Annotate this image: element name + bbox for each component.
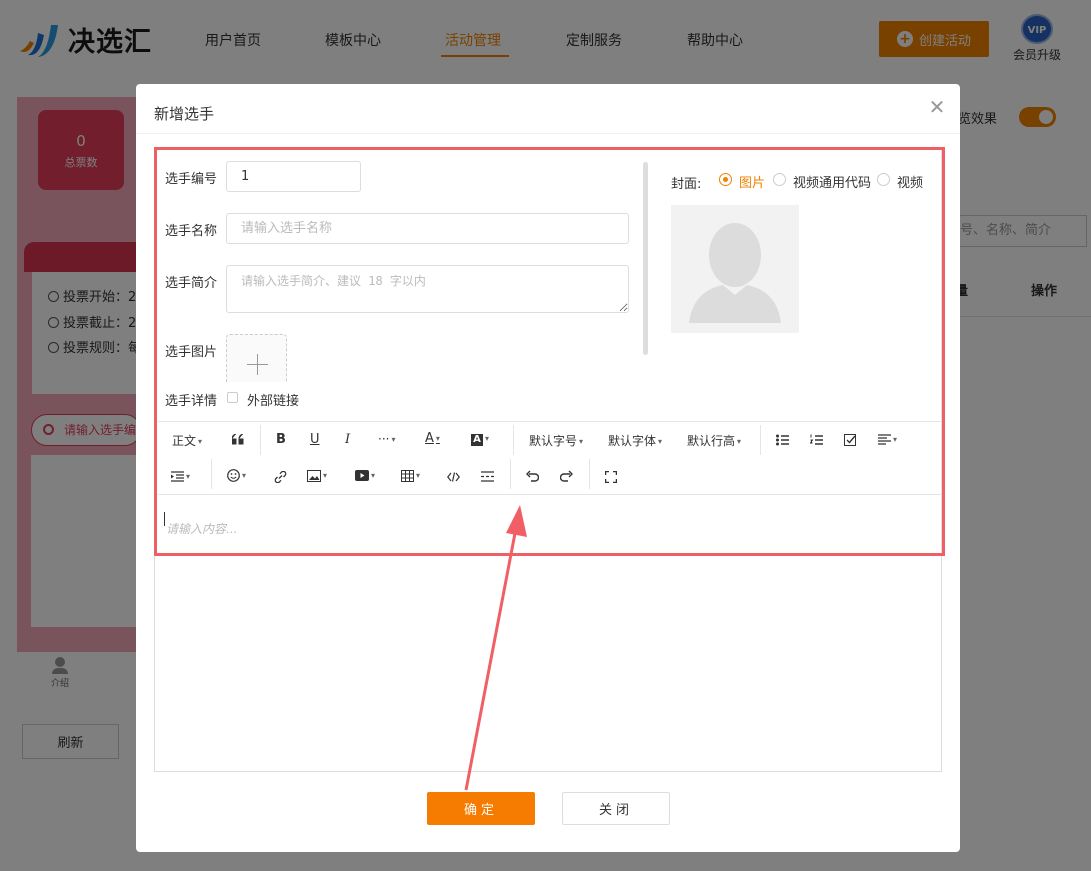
cover-avatar-placeholder[interactable]	[671, 205, 799, 333]
form-scrollbar[interactable]	[643, 162, 648, 355]
more-styles-dropdown[interactable]: ··· ▾	[378, 432, 395, 446]
editor-toolbar-bottom-border	[158, 494, 942, 495]
image-upload-button[interactable]	[226, 334, 287, 382]
player-number-label: 选手编号	[165, 172, 218, 187]
line-height-dropdown[interactable]: 默认行高 ▾	[687, 432, 741, 449]
background-color-icon[interactable]: A ▾	[471, 431, 489, 446]
player-detail-label: 选手详情	[165, 394, 218, 409]
cover-option-image: 图片	[739, 176, 766, 191]
cover-option-video-code: 视频通用代码	[793, 176, 872, 191]
font-size-dropdown[interactable]: 默认字号 ▾	[529, 432, 583, 449]
dialog-header-divider	[136, 133, 960, 134]
close-button[interactable]: 关闭	[562, 792, 670, 825]
dialog-title: 新增选手	[154, 105, 215, 123]
video-dropdown-icon[interactable]: ▾	[355, 468, 375, 482]
cover-radio-video[interactable]	[877, 173, 890, 186]
indent-dropdown-icon[interactable]: ▾	[171, 469, 190, 483]
text-cursor	[164, 512, 165, 526]
font-family-dropdown[interactable]: 默认字体 ▾	[608, 432, 662, 449]
player-intro-textarea[interactable]	[226, 265, 629, 313]
cover-radio-image[interactable]	[719, 173, 732, 186]
cover-radio-video-code[interactable]	[773, 173, 786, 186]
cover-label: 封面:	[671, 177, 702, 192]
confirm-button[interactable]: 确定	[427, 792, 535, 825]
add-player-dialog: 新增选手 ✕ 选手编号 选手名称 选手简介 选手图片 选手详情 外部链接 封面:…	[136, 84, 960, 852]
cover-option-video: 视频	[897, 176, 924, 191]
fullscreen-icon[interactable]	[605, 469, 617, 483]
player-name-input[interactable]	[226, 213, 629, 244]
font-color-icon[interactable]: A ▾	[425, 431, 440, 446]
italic-icon[interactable]: I	[345, 432, 350, 447]
divider-icon[interactable]	[481, 469, 494, 483]
editor-content-area[interactable]: 请输入内容...	[166, 520, 237, 537]
avatar-silhouette-icon	[689, 223, 781, 323]
underline-icon[interactable]: U	[310, 432, 320, 447]
bold-icon[interactable]: B	[276, 432, 286, 447]
link-icon[interactable]	[274, 469, 287, 483]
external-link-label: 外部链接	[247, 394, 300, 409]
table-dropdown-icon[interactable]: ▾	[401, 468, 420, 482]
player-name-label: 选手名称	[165, 224, 218, 239]
image-dropdown-icon[interactable]: ▾	[307, 468, 327, 482]
close-icon[interactable]: ✕	[928, 97, 946, 117]
numbered-list-icon[interactable]	[810, 432, 823, 446]
undo-icon[interactable]	[526, 468, 539, 482]
quote-icon[interactable]	[232, 432, 244, 446]
text-style-dropdown[interactable]: 正文 ▾	[172, 432, 202, 449]
external-link-checkbox[interactable]	[227, 392, 238, 403]
player-intro-label: 选手简介	[165, 276, 218, 291]
code-icon[interactable]	[447, 469, 460, 483]
todo-checkbox-icon[interactable]	[844, 432, 857, 446]
player-image-label: 选手图片	[165, 345, 218, 360]
redo-icon[interactable]	[560, 468, 573, 482]
editor-toolbar-top-border	[158, 421, 942, 422]
emoji-dropdown-icon[interactable]: ▾	[227, 468, 246, 482]
player-number-input[interactable]	[226, 161, 361, 192]
bullet-list-icon[interactable]	[776, 432, 789, 446]
align-dropdown-icon[interactable]: ▾	[878, 432, 897, 446]
